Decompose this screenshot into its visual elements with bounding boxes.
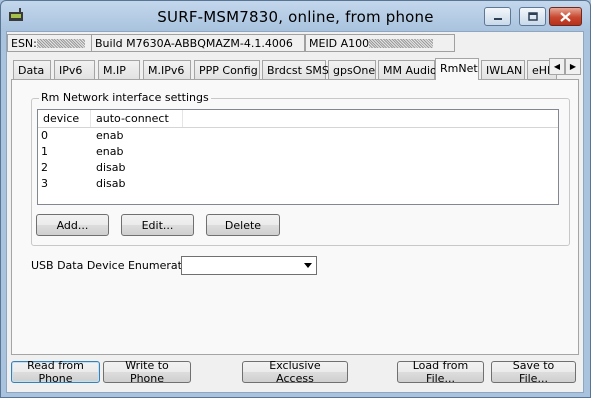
tab-brdcst-sms[interactable]: Brdcst SMS <box>262 60 329 79</box>
maximize-button[interactable] <box>519 7 546 26</box>
read-from-phone-button[interactable]: Read from Phone <box>11 359 100 385</box>
group-title: Rm Network interface settings <box>39 91 211 104</box>
list-item[interactable]: 3 disab <box>38 176 558 192</box>
list-header: device auto-connect <box>38 110 558 128</box>
app-window: SURF-MSM7830, online, from phone ESN: Bu… <box>0 0 591 398</box>
build-field: Build M7630A-ABBQMAZM-4.1.4006 <box>91 34 305 52</box>
title-bar[interactable]: SURF-MSM7830, online, from phone <box>1 1 590 32</box>
delete-button[interactable]: Delete <box>206 214 280 236</box>
edit-button[interactable]: Edit... <box>121 214 194 236</box>
meid-label: MEID A100 <box>309 37 370 50</box>
tab-rmnet[interactable]: RmNet <box>435 58 479 80</box>
tab-scroll-left-button[interactable]: ◀ <box>549 58 565 75</box>
save-to-file-button[interactable]: Save to File... <box>491 359 576 385</box>
tab-iwlan[interactable]: IWLAN <box>481 60 525 79</box>
chevron-down-icon[interactable] <box>300 258 315 273</box>
tab-mipv6[interactable]: M.IPv6 <box>143 60 191 79</box>
add-button[interactable]: Add... <box>36 214 109 236</box>
esn-field: ESN: <box>7 34 92 52</box>
usb-enumeration-select[interactable] <box>181 256 317 275</box>
list-item[interactable]: 1 enab <box>38 144 558 160</box>
tab-gpsone[interactable]: gpsOne <box>328 60 376 79</box>
column-header-device[interactable]: device <box>38 110 91 127</box>
column-header-auto-connect[interactable]: auto-connect <box>91 110 183 127</box>
list-item[interactable]: 2 disab <box>38 160 558 176</box>
right-arrow-icon: ▶ <box>569 62 577 71</box>
client-area: ESN: Build M7630A-ABBQMAZM-4.1.4006 MEID… <box>6 31 584 393</box>
build-label: Build M7630A-ABBQMAZM-4.1.4006 <box>95 37 293 50</box>
redacted-esn <box>36 39 85 48</box>
maximize-icon <box>527 12 538 21</box>
write-to-phone-button[interactable]: Write to Phone <box>103 359 191 385</box>
tab-mip[interactable]: M.IP <box>98 60 140 79</box>
esn-label: ESN: <box>11 37 37 50</box>
redacted-meid <box>369 39 434 48</box>
exclusive-access-button[interactable]: Exclusive Access <box>242 359 348 385</box>
minimize-icon <box>493 17 502 20</box>
tab-ipv6[interactable]: IPv6 <box>54 60 95 79</box>
list-item[interactable]: 0 enab <box>38 128 558 144</box>
tab-scroll: ◀ ▶ <box>549 58 581 75</box>
tab-ppp-config[interactable]: PPP Config <box>194 60 260 79</box>
load-from-file-button[interactable]: Load from File... <box>397 359 484 385</box>
tab-data[interactable]: Data <box>13 60 51 79</box>
meid-field: MEID A100 <box>305 34 455 52</box>
left-arrow-icon: ◀ <box>553 62 561 71</box>
usb-enumeration-label: USB Data Device Enumeration <box>31 259 199 272</box>
rm-interface-list[interactable]: device auto-connect 0 enab 1 enab 2 disa… <box>37 109 559 205</box>
close-icon <box>560 11 571 22</box>
tab-mm-audio[interactable]: MM Audio <box>378 60 437 79</box>
close-button[interactable] <box>549 7 582 26</box>
tab-scroll-right-button[interactable]: ▶ <box>565 58 581 75</box>
minimize-button[interactable] <box>484 7 511 26</box>
